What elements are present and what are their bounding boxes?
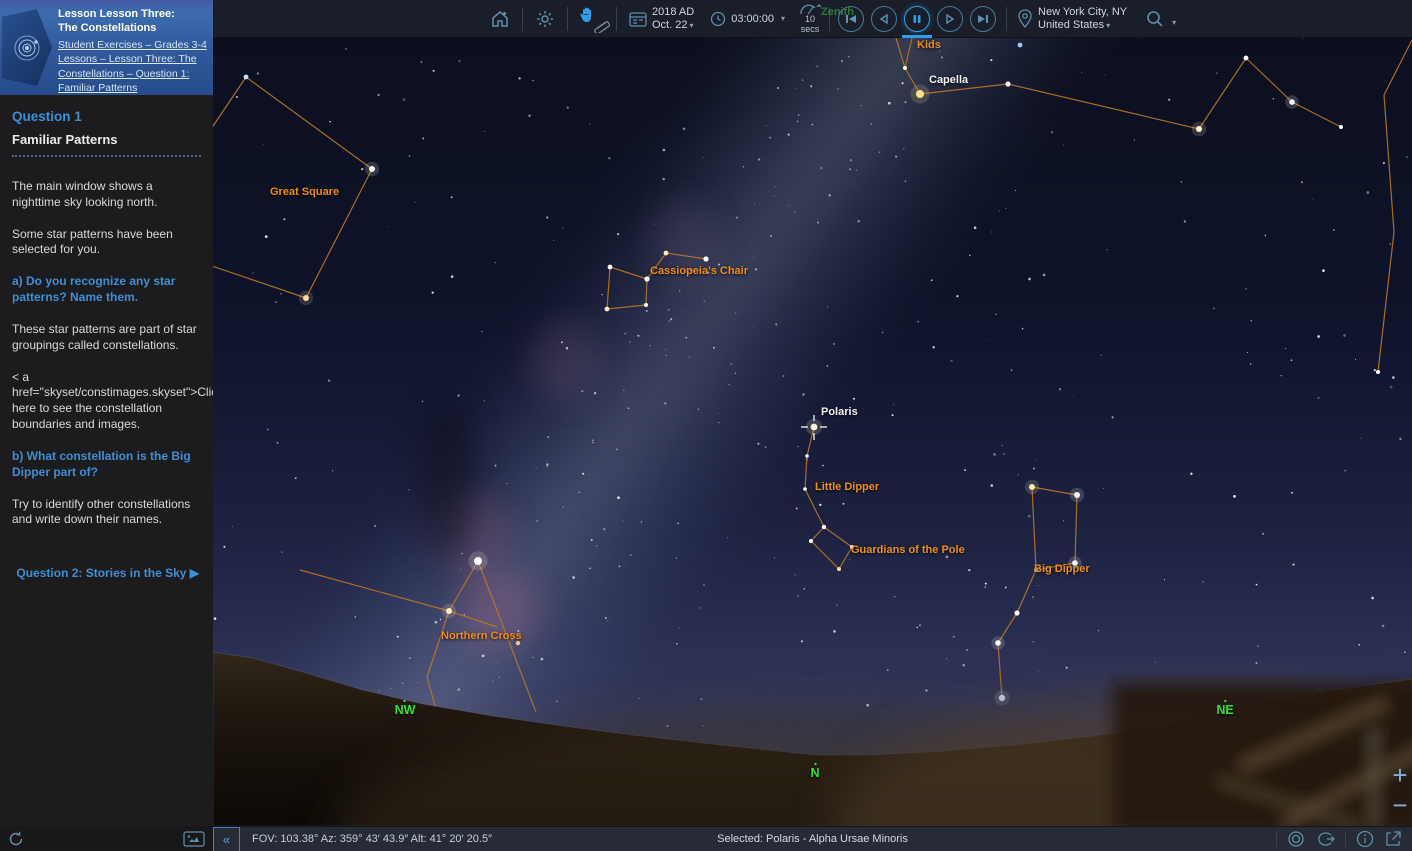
- lesson-header: Lesson Lesson Three: The Constellations …: [0, 0, 213, 95]
- chevron-down-icon: ▾: [1106, 21, 1110, 30]
- top-toolbar: Zenith: [213, 0, 1412, 38]
- lesson-paragraph: < a href="skyset/constimages.skyset">Cli…: [12, 370, 201, 433]
- lesson-paragraph: a) Do you recognize any star patterns? N…: [12, 274, 201, 306]
- lesson-paragraph: The main window shows a nighttime sky lo…: [12, 179, 201, 211]
- constellation-label-cassiopeia-s-chair[interactable]: Cassiopeia's Chair: [650, 265, 748, 277]
- clock-icon: [710, 11, 726, 27]
- rate-unit-label: secs: [801, 25, 820, 34]
- collapse-sidebar-button[interactable]: «: [213, 827, 240, 851]
- settings-gear-icon[interactable]: [535, 9, 555, 29]
- lesson-paragraph: Some star patterns have been selected fo…: [12, 227, 201, 259]
- date-era-label: 2018 AD: [652, 6, 694, 19]
- divider: [616, 7, 617, 31]
- location-pin-icon: [1017, 9, 1033, 29]
- lesson-question-body: The main window shows a nighttime sky lo…: [12, 179, 201, 528]
- lesson-paragraph: Try to identify other constellations and…: [12, 497, 201, 529]
- constellation-label-big-dipper[interactable]: Big Dipper: [1034, 563, 1090, 575]
- fov-az-alt-readout: FOV: 103.38° Az: 359° 43′ 43.9″ Alt: 41°…: [252, 833, 492, 845]
- info-icon[interactable]: [1356, 830, 1374, 848]
- lesson-title-line2: The Constellations: [58, 21, 207, 35]
- date-day-label: Oct. 22: [652, 19, 687, 31]
- jump-to-end-button[interactable]: [970, 6, 996, 32]
- sidebar-bottom-bar: [0, 826, 213, 851]
- constellation-label-little-dipper[interactable]: Little Dipper: [815, 481, 879, 493]
- orbit-icon[interactable]: [1315, 830, 1335, 848]
- foreground-shed: [1113, 683, 1412, 826]
- chevron-down-icon: ▾: [781, 14, 785, 23]
- divider: [522, 7, 523, 31]
- divider: [1006, 7, 1007, 31]
- center-target-icon[interactable]: [1287, 830, 1305, 848]
- lesson-text: Lesson Lesson Three: The Constellations …: [56, 0, 213, 95]
- time-flow-indicator: [902, 35, 932, 38]
- search-control[interactable]: ▾: [1145, 9, 1176, 29]
- lesson-breadcrumb-links[interactable]: Student Exercises – Grades 3-4 Lessons –…: [58, 38, 207, 95]
- zoom-in-button[interactable]: +: [1385, 760, 1412, 790]
- chevron-down-icon: ▾: [1172, 18, 1176, 27]
- sky-canvas: [213, 38, 1412, 826]
- divider: [1276, 831, 1277, 847]
- constellation-label-great-square[interactable]: Great Square: [270, 186, 339, 198]
- lesson-badge: [2, 9, 52, 86]
- location-city-label: New York City, NY: [1038, 6, 1127, 19]
- time-flow-rate-control[interactable]: 10 secs: [799, 3, 821, 34]
- jump-to-start-button[interactable]: [838, 6, 864, 32]
- date-control[interactable]: 2018 AD Oct. 22▾: [629, 6, 694, 31]
- search-icon: [1145, 9, 1165, 29]
- star-label-capella[interactable]: Capella: [929, 74, 968, 86]
- constellation-label-northern-cross[interactable]: Northern Cross: [441, 630, 522, 642]
- play-forward-button[interactable]: [937, 6, 963, 32]
- lesson-sidebar: Question 1 Familiar Patterns The main wi…: [0, 95, 213, 826]
- play-backward-button[interactable]: [871, 6, 897, 32]
- divider: [1345, 831, 1346, 847]
- home-icon[interactable]: [490, 9, 510, 29]
- refresh-icon[interactable]: [8, 831, 24, 847]
- open-external-icon[interactable]: [1384, 830, 1402, 848]
- playback-controls: [838, 6, 996, 32]
- location-control[interactable]: New York City, NY United States▾: [1017, 6, 1127, 31]
- question-subheading: Familiar Patterns: [12, 132, 201, 147]
- spiral-logo-icon: [11, 32, 43, 64]
- zoom-out-button[interactable]: −: [1385, 790, 1412, 820]
- lesson-paragraph: These star patterns are part of star gro…: [12, 322, 201, 354]
- location-country-label: United States: [1038, 19, 1104, 31]
- question-heading: Question 1: [12, 109, 201, 124]
- status-bar-right-icons: [1276, 830, 1412, 848]
- dotted-divider: [12, 155, 201, 157]
- divider: [829, 7, 830, 31]
- selected-object-readout: Selected: Polaris - Alpha Ursae Minoris: [717, 833, 908, 845]
- lesson-title-line1: Lesson Lesson Three:: [58, 7, 207, 21]
- calendar-icon: [629, 11, 647, 27]
- planetarium-app: Kids Capella Great Square Cassiopeia's Chai…: [0, 0, 1412, 851]
- constellation-label-kids[interactable]: Kids: [917, 39, 941, 51]
- zoom-controls: + −: [1385, 760, 1412, 820]
- pause-button[interactable]: [904, 6, 930, 32]
- lesson-paragraph: b) What constellation is the Big Dipper …: [12, 449, 201, 481]
- chevron-down-icon: ▾: [689, 21, 693, 30]
- ruler-icon[interactable]: [592, 15, 610, 33]
- status-bar: « FOV: 103.38° Az: 359° 43′ 43.9″ Alt: 4…: [213, 826, 1412, 851]
- divider: [567, 7, 568, 31]
- next-question-link[interactable]: Question 2: Stories in the Sky ▶: [12, 566, 201, 580]
- presentation-mode-icon[interactable]: [183, 831, 205, 847]
- star-label-polaris[interactable]: Polaris: [821, 406, 858, 418]
- constellation-label-guardians-of-the-pole[interactable]: Guardians of the Pole: [851, 544, 965, 556]
- time-control[interactable]: 03:00:00 ▾: [710, 11, 785, 27]
- time-label: 03:00:00: [731, 13, 774, 25]
- sky-viewport[interactable]: Kids Capella Great Square Cassiopeia's Chai…: [213, 38, 1412, 826]
